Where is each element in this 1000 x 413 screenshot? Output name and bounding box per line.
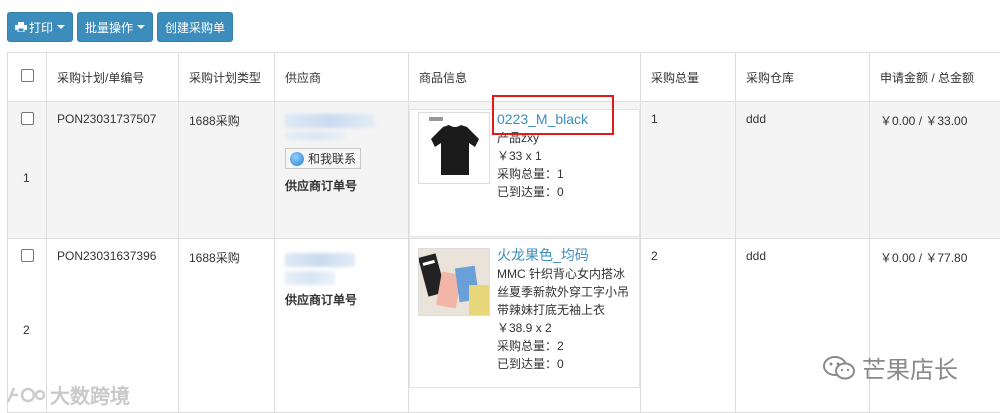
supplier-order-label: 供应商订单号: [285, 179, 358, 193]
goods-line: 丝夏季新款外穿工字小吊: [497, 285, 630, 299]
chat-icon: [290, 151, 304, 166]
supplier-name-redacted: [285, 253, 355, 267]
chevron-down-icon: [57, 25, 66, 29]
header-warehouse: 采购仓库: [735, 52, 870, 102]
goods-title-link[interactable]: 火龙果色_均码: [497, 246, 629, 265]
chevron-down-icon: [137, 25, 146, 29]
table-row: 2 PON23031637396 1688采购 供应商订单号 火龙果色_均码 M…: [7, 238, 1000, 413]
printer-icon: [15, 22, 27, 32]
create-purchase-order-button[interactable]: 创建采购单: [157, 12, 234, 42]
contact-me-button[interactable]: 和我联系: [285, 148, 362, 169]
goods-line: ￥38.9 x 2: [497, 321, 552, 335]
watermark-right: 芒果店长: [822, 350, 958, 385]
amount: ￥0.00 / ￥33.00: [869, 101, 1000, 239]
header-plan-type: 采购计划类型: [178, 52, 275, 102]
goods-line: ￥33 x 1: [497, 149, 542, 163]
supplier-name-redacted: [285, 114, 375, 128]
product-image: [418, 112, 490, 184]
goods-line: 采购总量：1: [497, 167, 564, 181]
select-all-checkbox[interactable]: [21, 69, 34, 82]
goods-line: MMC 针织背心女内搭冰: [497, 267, 625, 281]
wechat-icon: [823, 355, 855, 379]
goods-cell: 火龙果色_均码 MMC 针织背心女内搭冰 丝夏季新款外穿工字小吊 带辣妹打底无袖…: [408, 238, 641, 413]
product-image: [418, 248, 490, 316]
row-index: 1: [23, 171, 30, 185]
row-checkbox[interactable]: [21, 249, 34, 262]
plan-no: PON23031737507: [46, 101, 179, 239]
warehouse: ddd: [735, 238, 870, 413]
plan-type: 1688采购: [178, 101, 275, 239]
brand-logo-icon: [6, 387, 46, 402]
total-qty: 2: [640, 238, 736, 413]
supplier-order-label: 供应商订单号: [285, 293, 358, 307]
goods-line: 已到达量：0: [497, 185, 564, 199]
goods-line: 带辣妹打底无袖上衣: [497, 303, 606, 317]
highlight-box: [492, 95, 614, 135]
plan-type: 1688采购: [178, 238, 275, 413]
batch-operations-button[interactable]: 批量操作: [77, 12, 154, 42]
amount: ￥0.00 / ￥77.80: [869, 238, 1000, 413]
goods-line: 采购总量：2: [497, 339, 564, 353]
supplier-cell: 和我联系 供应商订单号: [274, 101, 409, 239]
header-supplier: 供应商: [274, 52, 409, 102]
header-plan-no: 采购计划/单编号: [46, 52, 179, 102]
toolbar: 打印 批量操作 创建采购单: [7, 12, 234, 42]
watermark-left: 大数跨境: [6, 380, 130, 409]
supplier-cell: 供应商订单号: [274, 238, 409, 413]
goods-line: 已到达量：0: [497, 357, 564, 371]
print-label: 打印: [29, 20, 54, 35]
warehouse: ddd: [735, 101, 870, 239]
batch-label: 批量操作: [85, 20, 134, 35]
row-index: 2: [23, 323, 30, 337]
header-amount: 申请金额 / 总金额: [869, 52, 1000, 102]
total-qty: 1: [640, 101, 736, 239]
create-label: 创建采购单: [165, 20, 226, 35]
row-checkbox[interactable]: [21, 112, 34, 125]
print-button[interactable]: 打印: [7, 12, 74, 42]
contact-label: 和我联系: [308, 152, 357, 166]
header-total-qty: 采购总量: [640, 52, 736, 102]
